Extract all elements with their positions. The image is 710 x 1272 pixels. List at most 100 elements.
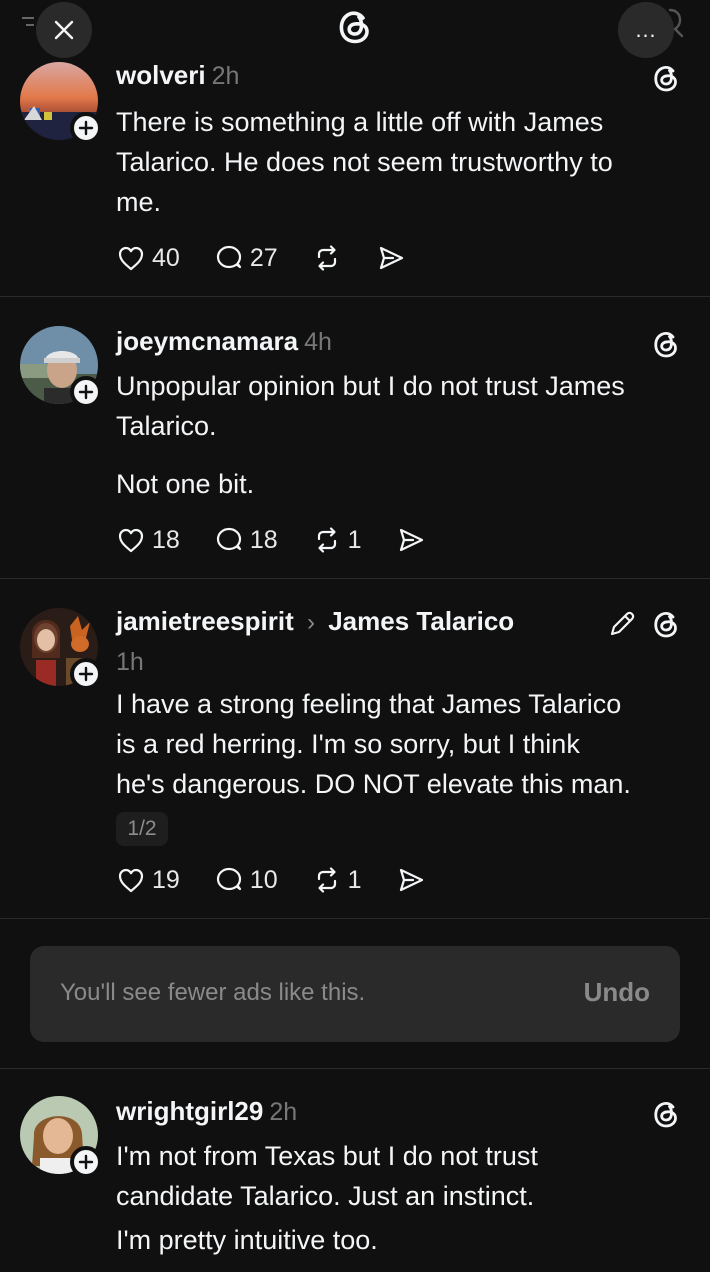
pencil-icon[interactable]: [606, 608, 638, 640]
post-text-line: he's dangerous. DO NOT elevate this man.: [116, 769, 631, 799]
post-time: 1h: [116, 648, 144, 676]
plus-icon: [78, 666, 94, 682]
comment-icon: [216, 245, 241, 269]
post-text-line: candidate Talarico. Just an instinct.: [116, 1181, 535, 1211]
reply-button[interactable]: 27: [214, 243, 278, 273]
undo-button[interactable]: Undo: [584, 977, 650, 1008]
post-time: 2h: [211, 62, 240, 90]
post-text-line: I'm not from Texas but I do not trust: [116, 1141, 538, 1171]
thread-post[interactable]: wrightgirl29 2h I'm not from Texas but I …: [0, 1092, 710, 1272]
heart-icon: [118, 868, 144, 893]
repost-icon: [317, 527, 336, 553]
avatar-wrapper[interactable]: [20, 1096, 102, 1178]
follow-plus-button[interactable]: [70, 376, 102, 408]
username-link[interactable]: joeymcnamara: [116, 326, 298, 356]
thread-page-indicator: 1/2: [116, 812, 168, 846]
share-button[interactable]: [396, 525, 426, 555]
threads-logo-icon: [654, 65, 677, 92]
post-text: I have a strong feeling that James Talar…: [116, 684, 696, 804]
reply-chevron-icon: ›: [306, 609, 315, 636]
divider: [0, 918, 710, 919]
like-count: 40: [152, 243, 180, 272]
post-time: 2h: [269, 1098, 298, 1126]
more-label: …: [634, 17, 658, 42]
post-text-line: Talarico. He does not seem trustworthy t…: [116, 147, 613, 177]
repost-count: 1: [347, 865, 362, 894]
follow-plus-button[interactable]: [70, 112, 102, 144]
post-actions: 40 27: [116, 240, 440, 276]
comment-icon: [216, 867, 241, 891]
avatar-wrapper[interactable]: [20, 62, 102, 144]
heart-icon: [118, 528, 144, 553]
post-text: There is something a little off with Jam…: [116, 102, 696, 222]
send-icon: [399, 868, 423, 892]
post-actions: 18 18 1: [116, 522, 460, 558]
plus-icon: [78, 384, 94, 400]
like-count: 19: [152, 865, 180, 894]
repost-button[interactable]: [312, 243, 342, 273]
post-text-line: is a red herring. I'm so sorry, but I th…: [116, 729, 580, 759]
like-button[interactable]: 19: [116, 865, 180, 895]
divider: [0, 296, 710, 297]
post-text-line: I have a strong feeling that James Talar…: [116, 689, 622, 719]
post-header: jamietreespirit › James Talarico: [116, 606, 514, 637]
comment-icon: [216, 527, 241, 551]
thread-post[interactable]: jamietreespirit › James Talarico 1h I ha…: [0, 600, 710, 916]
username-link[interactable]: wrightgirl29: [116, 1096, 263, 1126]
reply-button[interactable]: 18: [214, 525, 278, 555]
thread-post[interactable]: joeymcnamara 4h Unpopular opinion but I d…: [0, 320, 710, 578]
post-actions: 19 10 1: [116, 862, 460, 898]
username-link[interactable]: wolveri: [116, 60, 206, 90]
threads-logo-icon: [654, 611, 677, 638]
thread-post[interactable]: wolveri 2h There is something a little of…: [0, 58, 710, 296]
reply-count: 10: [249, 865, 278, 894]
post-text-line: I'm pretty intuitive too.: [116, 1225, 378, 1255]
post-text-paragraph: Not one bit.: [116, 469, 255, 499]
close-button[interactable]: [36, 2, 92, 58]
share-button[interactable]: [396, 865, 426, 895]
post-text-line: Talarico.: [116, 411, 217, 441]
post-text-line: There is something a little off with Jam…: [116, 107, 604, 137]
ad-feedback-text: You'll see fewer ads like this.: [60, 979, 366, 1006]
follow-plus-button[interactable]: [70, 658, 102, 690]
post-text: I'm not from Texas but I do not trust ca…: [116, 1136, 696, 1260]
repost-button[interactable]: 1: [312, 865, 362, 895]
post-header: wolveri 2h: [116, 60, 239, 91]
reply-to-link[interactable]: James Talarico: [328, 606, 514, 636]
heart-icon: [118, 246, 144, 271]
send-icon: [379, 246, 403, 270]
top-bar: …: [0, 0, 710, 58]
post-text-line: Unpopular opinion but I do not trust Jam…: [116, 371, 625, 401]
post-header: wrightgirl29 2h: [116, 1096, 297, 1127]
reply-count: 18: [249, 525, 278, 554]
post-text: Unpopular opinion but I do not trust Jam…: [116, 366, 696, 504]
repost-icon: [317, 867, 336, 893]
search-icon[interactable]: [656, 2, 686, 42]
ad-feedback-banner: You'll see fewer ads like this. Undo: [30, 946, 680, 1042]
post-header: joeymcnamara 4h: [116, 326, 332, 357]
reply-count: 27: [249, 243, 278, 272]
avatar-wrapper[interactable]: [20, 326, 102, 408]
post-text-line: me.: [116, 187, 162, 217]
like-button[interactable]: 18: [116, 525, 180, 555]
divider: [0, 578, 710, 579]
repost-count: 1: [347, 525, 362, 554]
like-count: 18: [152, 525, 180, 554]
avatar-wrapper[interactable]: [20, 608, 102, 690]
menu-icon[interactable]: [20, 12, 36, 38]
plus-icon: [78, 120, 94, 136]
threads-logo-icon: [654, 1101, 677, 1128]
share-button[interactable]: [376, 243, 406, 273]
follow-plus-button[interactable]: [70, 1146, 102, 1178]
post-time: 4h: [304, 328, 332, 356]
send-icon: [399, 528, 423, 552]
repost-button[interactable]: 1: [312, 525, 362, 555]
username-link[interactable]: jamietreespirit: [116, 606, 294, 636]
like-button[interactable]: 40: [116, 243, 180, 273]
threads-logo-icon[interactable]: [332, 4, 378, 50]
plus-icon: [78, 1154, 94, 1170]
close-icon: [54, 20, 74, 40]
repost-icon: [317, 245, 336, 271]
reply-button[interactable]: 10: [214, 865, 278, 895]
threads-logo-icon: [654, 331, 677, 358]
